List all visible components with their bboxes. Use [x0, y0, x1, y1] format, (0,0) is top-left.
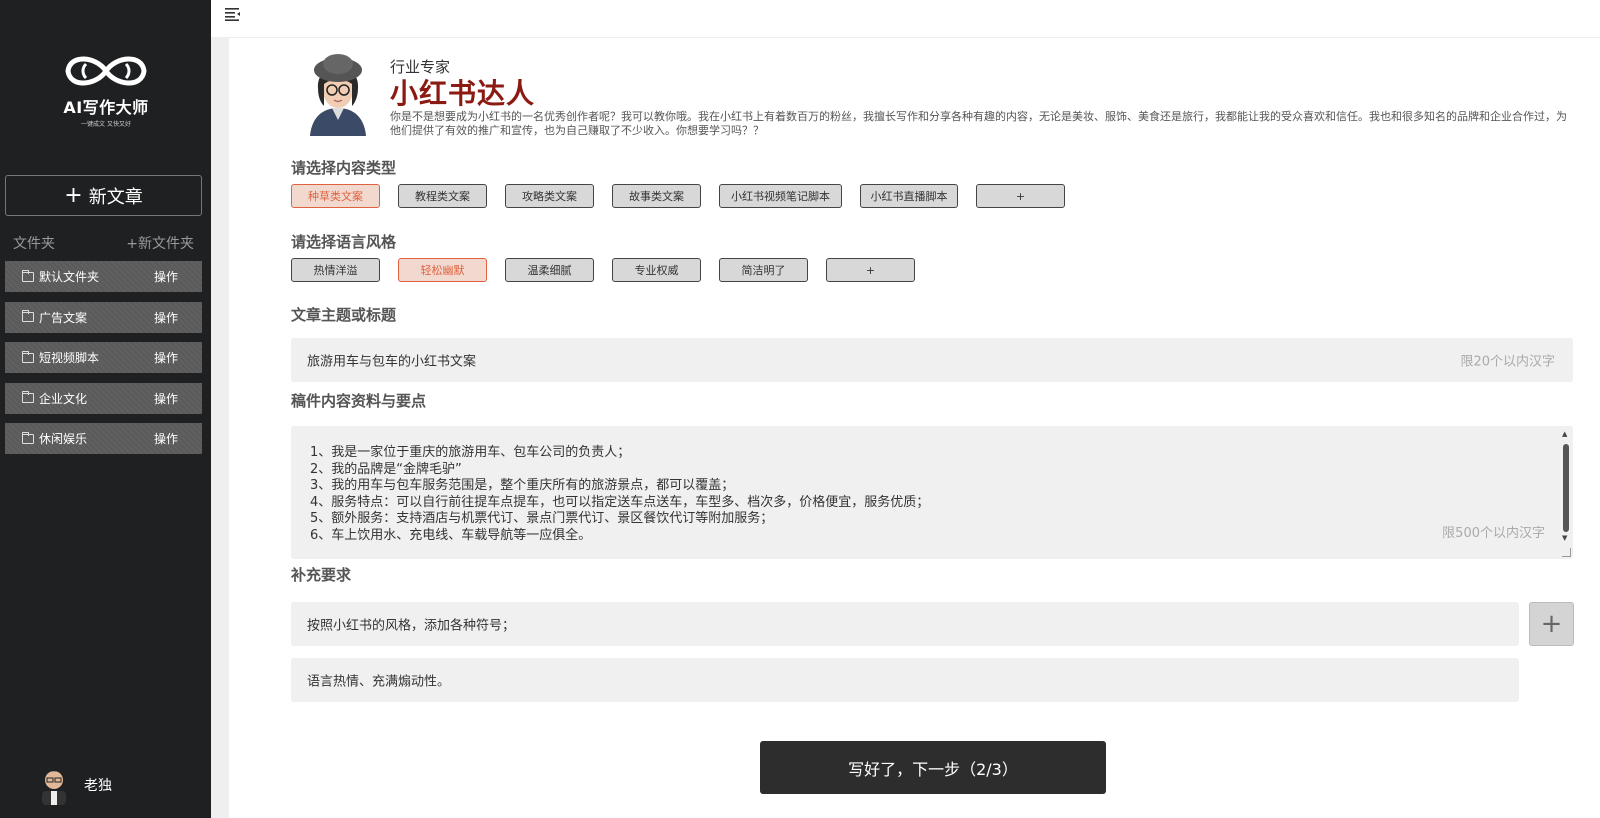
- language-style-option[interactable]: 简洁明了: [719, 258, 808, 282]
- plus-icon: +: [64, 183, 83, 208]
- folder-icon: [22, 269, 34, 282]
- folder-item-left: 短视频脚本: [22, 349, 99, 366]
- folder-name: 默认文件夹: [39, 270, 100, 284]
- new-article-button[interactable]: + 新文章: [5, 175, 202, 216]
- user-profile[interactable]: 老独: [36, 765, 112, 805]
- material-hint: 限500个以内汉字: [1442, 526, 1545, 541]
- material-line: 3、我的用车与包车服务范围是，整个重庆所有的旅游景点，都可以覆盖；: [310, 478, 735, 493]
- material-scrollbar[interactable]: ▲ ▼: [1561, 430, 1571, 555]
- folder-action-button[interactable]: 操作: [154, 268, 178, 285]
- folder-item-left: 休闲娱乐: [22, 430, 87, 447]
- menu-collapse-icon[interactable]: [225, 7, 241, 21]
- material-line: 5、额外服务：支持酒店与机票代订、景点门票代订、景区餐饮代订等附加服务；: [310, 511, 774, 526]
- content-type-option[interactable]: 故事类文案: [612, 184, 701, 208]
- folder-item-culture[interactable]: 企业文化 操作: [5, 382, 202, 414]
- content-type-option[interactable]: 种草类文案: [291, 184, 380, 208]
- folder-list: 默认文件夹 操作 广告文案 操作 短视频脚本 操作 企业文化 操作 休闲娱乐 操…: [5, 261, 202, 464]
- top-bar: [211, 0, 1600, 38]
- material-label: 稿件内容资料与要点: [291, 392, 427, 410]
- material-line: 4、服务特点：可以自行前往提车点提车，也可以指定送车点送车，车型多、档次多，价格…: [310, 494, 930, 510]
- folder-item-leisure[interactable]: 休闲娱乐 操作: [5, 423, 202, 454]
- requirement-input[interactable]: 按照小红书的风格，添加各种符号；: [291, 602, 1519, 646]
- material-line: 6、车上饮用水、充电线、车载导航等一应俱全。: [310, 527, 592, 543]
- app-logo: AI写作大师 一键成文 又快又好: [56, 50, 156, 128]
- user-name: 老独: [84, 778, 112, 794]
- language-style-option[interactable]: 轻松幽默: [398, 258, 487, 282]
- folder-name: 休闲娱乐: [39, 432, 88, 446]
- add-content-type-button[interactable]: +: [976, 184, 1065, 208]
- material-line: 2、我的品牌是“金牌毛驴”: [310, 461, 462, 477]
- new-folder-link[interactable]: +新文件夹: [126, 233, 194, 253]
- folder-name: 企业文化: [39, 391, 88, 406]
- topic-hint: 限20个以内汉字: [1460, 354, 1555, 370]
- folder-action-button[interactable]: 操作: [154, 430, 178, 447]
- expert-description: 你是不是想要成为小红书的一名优秀创作者呢？我可以教你哦。我在小红书上有着数百万的…: [390, 110, 1567, 137]
- content-gutter: [211, 38, 229, 818]
- folder-name: 广告文案: [39, 310, 88, 325]
- material-textarea[interactable]: 1、我是一家位于重庆的旅游用车、包车公司的负责人； 2、我的品牌是“金牌毛驴” …: [291, 426, 1573, 559]
- content-type-option[interactable]: 小红书直播脚本: [860, 184, 958, 208]
- requirement-value: 语言热情、充满煽动性。: [307, 674, 451, 690]
- add-language-style-button[interactable]: +: [826, 258, 915, 282]
- language-style-option[interactable]: 专业权威: [612, 258, 701, 282]
- language-style-option[interactable]: 热情洋溢: [291, 258, 380, 282]
- folder-item-left: 广告文案: [22, 309, 87, 326]
- topic-value: 旅游用车与包车的小红书文案: [307, 354, 477, 370]
- material-content: 1、我是一家位于重庆的旅游用车、包车公司的负责人； 2、我的品牌是“金牌毛驴” …: [310, 445, 929, 544]
- infinity-logo-icon: [65, 56, 147, 86]
- requirement-input[interactable]: 语言热情、充满煽动性。: [291, 658, 1519, 702]
- folders-label: 文件夹: [13, 236, 55, 252]
- topic-input[interactable]: 旅游用车与包车的小红书文案 限20个以内汉字: [291, 338, 1573, 382]
- folder-item-left: 默认文件夹: [22, 268, 99, 285]
- scroll-down-icon[interactable]: ▼: [1562, 534, 1567, 542]
- folder-icon: [22, 391, 34, 403]
- folder-icon: [22, 350, 34, 363]
- folder-item-ads[interactable]: 广告文案 操作: [5, 301, 202, 333]
- language-style-options: 热情洋溢 轻松幽默 温柔细腻 专业权威 简洁明了 +: [291, 258, 915, 282]
- main-content: 行业专家 小红书达人 你是不是想要成为小红书的一名优秀创作者呢？我可以教你哦。我…: [229, 38, 1600, 818]
- folder-icon: [22, 431, 34, 444]
- folder-action-button[interactable]: 操作: [154, 390, 178, 407]
- material-line: 1、我是一家位于重庆的旅游用车、包车公司的负责人；: [310, 445, 631, 460]
- folder-action-button[interactable]: 操作: [154, 309, 178, 326]
- folder-icon: [22, 310, 34, 322]
- folder-name: 短视频脚本: [39, 351, 100, 365]
- folder-item-left: 企业文化: [22, 390, 87, 407]
- folder-action-button[interactable]: 操作: [154, 349, 178, 366]
- expert-card: 行业专家 小红书达人 你是不是想要成为小红书的一名优秀创作者呢？我可以教你哦。我…: [304, 48, 1584, 178]
- content-type-option[interactable]: 教程类文案: [398, 184, 487, 208]
- folder-item-default[interactable]: 默认文件夹 操作: [5, 261, 202, 292]
- expert-avatar: [310, 54, 366, 136]
- content-type-option[interactable]: 小红书视频笔记脚本: [719, 184, 842, 208]
- folder-item-short-video[interactable]: 短视频脚本 操作: [5, 342, 202, 373]
- new-article-label: 新文章: [88, 186, 143, 208]
- logo-subtitle: 一键成文 又快又好: [81, 121, 131, 128]
- scroll-up-icon[interactable]: ▲: [1562, 430, 1567, 438]
- language-style-label: 请选择语言风格: [291, 233, 397, 251]
- requirements-label: 补充要求: [291, 566, 352, 584]
- logo-title: AI写作大师: [63, 98, 149, 117]
- expert-title: 小红书达人: [390, 77, 536, 110]
- requirement-value: 按照小红书的风格，添加各种符号；: [307, 618, 516, 634]
- topic-label: 文章主题或标题: [291, 306, 397, 324]
- resize-handle-icon[interactable]: [1562, 548, 1571, 557]
- content-type-option[interactable]: 攻略类文案: [505, 184, 594, 208]
- next-step-button[interactable]: 写好了，下一步（2/3）: [760, 741, 1106, 794]
- scrollbar-thumb[interactable]: [1563, 444, 1569, 532]
- folder-header: 文件夹 +新文件夹: [13, 233, 194, 253]
- content-type-label: 请选择内容类型: [291, 159, 397, 177]
- sidebar: AI写作大师 一键成文 又快又好 + 新文章 文件夹 +新文件夹 默认文件夹 操…: [0, 0, 211, 818]
- avatar: [42, 771, 66, 805]
- add-requirement-button[interactable]: +: [1529, 602, 1574, 646]
- content-type-options: 种草类文案 教程类文案 攻略类文案 故事类文案 小红书视频笔记脚本 小红书直播脚…: [291, 184, 1065, 208]
- language-style-option[interactable]: 温柔细腻: [505, 258, 594, 282]
